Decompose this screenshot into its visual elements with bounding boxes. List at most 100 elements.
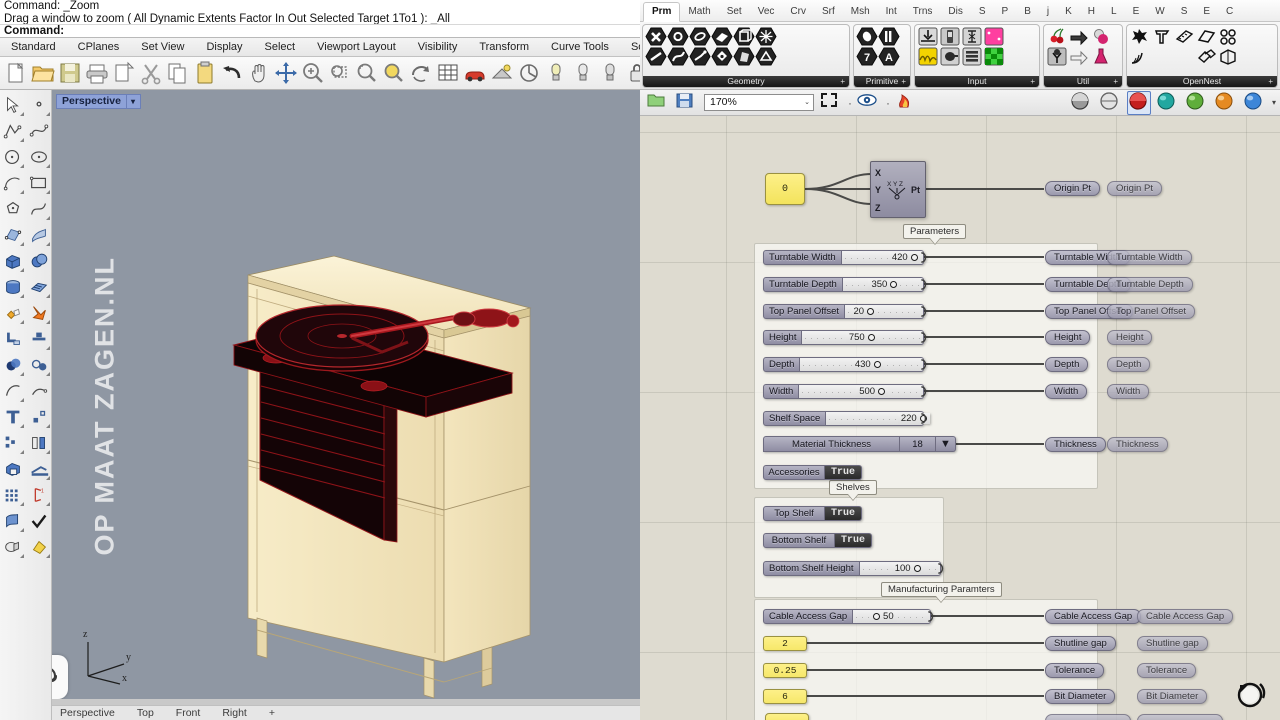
ribbon-icon-4-0-0[interactable] [1130,27,1150,46]
preview-off-icon[interactable] [1126,90,1151,115]
lights-icon[interactable] [544,61,568,85]
ribbon-icon-1-0-0[interactable] [856,27,878,46]
fillet-curve-icon[interactable] [26,378,52,404]
select-arrow-icon[interactable] [0,92,26,118]
slider-turntable-depth-track[interactable]: 350 [842,277,927,292]
ribbon-icon-2-0-1[interactable] [918,47,938,66]
number-input-origin[interactable]: 0 [765,173,805,205]
slider-cable-access-gap-knob[interactable] [873,613,881,620]
rhino-tab-transform[interactable]: Transform [468,38,540,56]
ribbon-icon-3-1-1[interactable] [1069,47,1089,66]
ribbon-icon-2-1-1[interactable] [940,47,960,66]
new-file-icon[interactable] [4,61,28,85]
fillet-edge-icon[interactable] [0,326,26,352]
gh-tab-5[interactable]: Srf [814,3,843,21]
polyline-icon[interactable] [0,118,26,144]
ribbon-icon-4-3-1[interactable] [1196,47,1217,66]
number-shutline-gap[interactable]: 2 [763,636,807,651]
command-area[interactable]: Command: _Zoom Drag a window to zoom ( A… [0,0,640,38]
rhino-tab-select[interactable]: Select [254,38,307,56]
ribbon-group-expand-1[interactable]: + [901,76,906,87]
gh-tab-0[interactable]: Prm [643,2,681,22]
param-origin-pt[interactable]: Origin Pt [1045,181,1100,196]
cut-icon[interactable] [139,61,163,85]
gh-tab-19[interactable]: S [1173,3,1196,21]
surface-from-curves-icon[interactable] [0,222,26,248]
save-icon[interactable] [58,61,82,85]
zoom-level-combobox[interactable]: 170% ⌄ [704,94,814,111]
ellipse-icon[interactable] [26,144,52,170]
slider-turntable-depth-knob[interactable] [890,281,898,288]
boolean-split-icon[interactable] [26,352,52,378]
toggle-bottom-shelf[interactable]: Bottom Shelf True [763,533,873,548]
rhino-viewport[interactable]: Perspective ▾ z y x OP MAAT ZAGEN.NL [52,90,640,705]
param-tolerance[interactable]: Tolerance [1045,663,1105,678]
mesh-icon[interactable] [26,534,52,560]
slider-depth-track[interactable]: 430 [800,357,927,372]
ribbon-icon-4-0-1[interactable] [1130,47,1150,66]
ribbon-group-input[interactable]: Input + [914,24,1040,88]
extrude-surface-icon[interactable] [26,274,52,300]
lock-icon[interactable] [625,61,640,85]
construct-point-output-pt[interactable]: Pt [911,185,920,195]
gh-tab-1[interactable]: Math [680,3,718,21]
gh-tab-21[interactable]: C [1218,3,1241,21]
sphere-orange-icon[interactable] [1214,91,1238,115]
sphere-blue-icon[interactable] [1243,91,1267,115]
gh-tab-10[interactable]: S [971,3,994,21]
ribbon-icon-2-0-0[interactable] [918,27,938,46]
gh-tab-15[interactable]: H [1080,3,1103,21]
number-tolerance[interactable]: 0.25 [763,663,807,678]
array-icon[interactable] [0,430,26,456]
save-definition-icon[interactable] [675,91,699,115]
undo-icon[interactable] [220,61,244,85]
slider-output-port[interactable] [938,563,946,574]
cap-icon[interactable] [0,456,26,482]
ribbon-icon-3-0-0[interactable] [1047,27,1067,46]
gh-tab-20[interactable]: E [1195,3,1218,21]
annotate-icon[interactable]: 1 [26,482,52,508]
rhino-tab-setview[interactable]: Set View [130,38,195,56]
construct-point-input-z[interactable]: Z [875,203,881,213]
slider-depth-knob[interactable] [873,361,881,368]
slider-turntable-depth[interactable]: Turntable Depth 350 [763,277,927,292]
slider-top-panel-offset[interactable]: Top Panel Offset 20 [763,304,927,319]
gh-tab-12[interactable]: B [1016,3,1039,21]
zoom-extents-icon[interactable] [355,61,379,85]
ribbon-icon-2-1-0[interactable] [940,27,960,46]
gh-tab-16[interactable]: L [1103,3,1125,21]
ribbon-icon-4-1-0[interactable] [1152,27,1172,46]
ribbon-icon-1-1-0[interactable] [878,27,900,46]
construct-point-input-x[interactable]: X [875,168,881,178]
project-icon[interactable] [26,456,52,482]
ribbon-group-expand-2[interactable]: + [1030,76,1035,87]
param-bit-diameter-ghost[interactable]: Bit Diameter [1137,689,1208,704]
rhino-tab-cplanes[interactable]: CPlanes [67,38,131,56]
offset-curve-icon[interactable] [0,378,26,404]
grid-array-icon[interactable] [0,482,26,508]
gh-tab-9[interactable]: Dis [940,3,970,21]
ribbon-icon-0-3-0[interactable] [711,27,733,46]
ribbon-icon-2-3-0[interactable] [984,27,1004,46]
slider-height-knob[interactable] [867,334,875,341]
cylinder-icon[interactable] [0,274,26,300]
slider-depth[interactable]: Depth 430 [763,357,927,372]
sphere-green-icon[interactable] [1185,91,1209,115]
ribbon-icon-2-2-1[interactable] [962,47,982,66]
toggle-accessories[interactable]: Accessories True [763,465,863,480]
ribbon-group-expand-4[interactable]: + [1268,76,1273,87]
chevron-down-icon[interactable]: ⌄ [804,95,810,110]
slider-output-port[interactable] [921,306,929,317]
slider-width-knob[interactable] [878,388,886,395]
slider-width[interactable]: Width 500 [763,384,927,399]
explode-icon[interactable] [0,300,26,326]
param-shutline-gap-ghost[interactable]: Shutline gap [1137,636,1208,651]
viewport-tab-right[interactable]: Right [222,707,247,719]
slider-turntable-width[interactable]: Turntable Width 420 [763,250,927,265]
ribbon-icon-4-4-0[interactable] [1218,27,1238,46]
gh-tab-8[interactable]: Trns [905,3,941,21]
render-preview-icon[interactable] [490,61,514,85]
rectangle-icon[interactable] [26,170,52,196]
spotlight-icon[interactable] [571,61,595,85]
paste-icon[interactable] [193,61,217,85]
